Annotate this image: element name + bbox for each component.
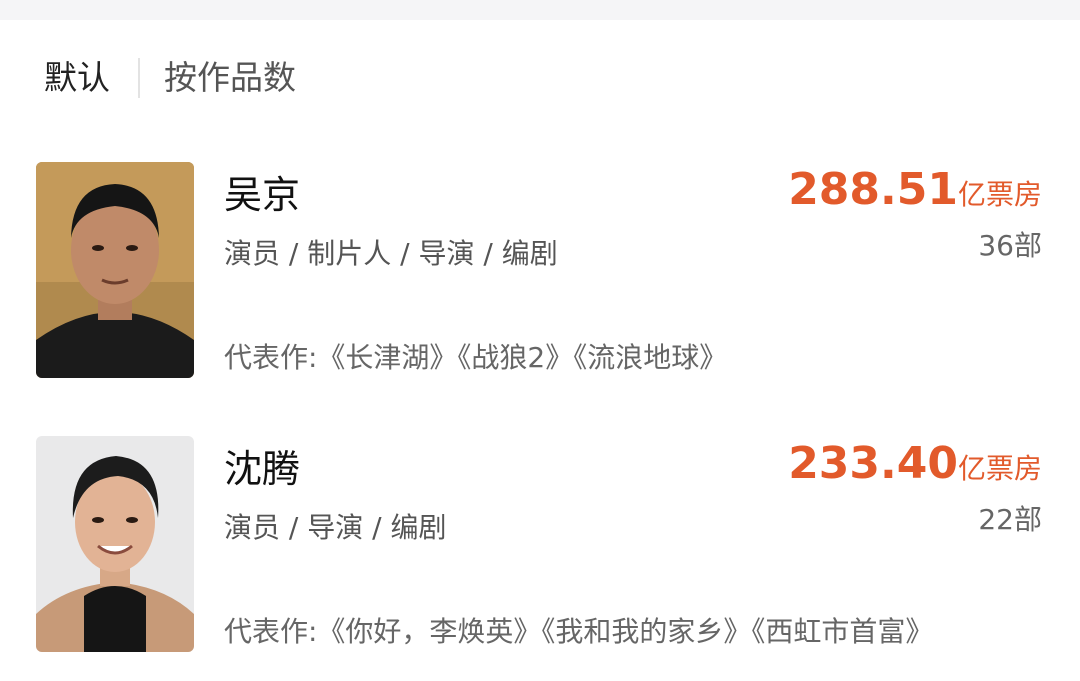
- person-roles: 演员 / 制片人 / 导演 / 编剧: [224, 237, 558, 270]
- person-name: 沈腾: [224, 447, 301, 491]
- box-office-value: 288.51: [788, 164, 958, 215]
- box-office: 288.51亿票房: [788, 164, 1042, 221]
- sort-tab-default[interactable]: 默认: [44, 58, 110, 98]
- box-office: 233.40亿票房: [788, 438, 1042, 495]
- box-office-unit: 亿票房: [957, 452, 1042, 485]
- person-card[interactable]: 沈腾 演员 / 导演 / 编剧 233.40亿票房 22部 代表作:《你好，李焕…: [0, 436, 1080, 666]
- sort-divider: [138, 58, 140, 98]
- sort-bar: 默认 按作品数: [0, 20, 1080, 140]
- box-office-value: 233.40: [788, 438, 958, 489]
- works-count: 22部: [978, 503, 1042, 536]
- sort-tab-by-works[interactable]: 按作品数: [164, 58, 296, 98]
- representative-works: 代表作:《长津湖》《战狼2》《流浪地球》: [224, 341, 728, 374]
- top-strip: [0, 0, 1080, 20]
- person-name: 吴京: [224, 173, 301, 217]
- avatar[interactable]: [36, 436, 194, 652]
- avatar[interactable]: [36, 162, 194, 378]
- works-count: 36部: [978, 229, 1042, 262]
- person-roles: 演员 / 导演 / 编剧: [224, 511, 447, 544]
- box-office-unit: 亿票房: [957, 178, 1042, 211]
- person-card[interactable]: 吴京 演员 / 制片人 / 导演 / 编剧 288.51亿票房 36部 代表作:…: [0, 162, 1080, 392]
- representative-works: 代表作:《你好，李焕英》《我和我的家乡》《西虹市首富》: [224, 615, 934, 648]
